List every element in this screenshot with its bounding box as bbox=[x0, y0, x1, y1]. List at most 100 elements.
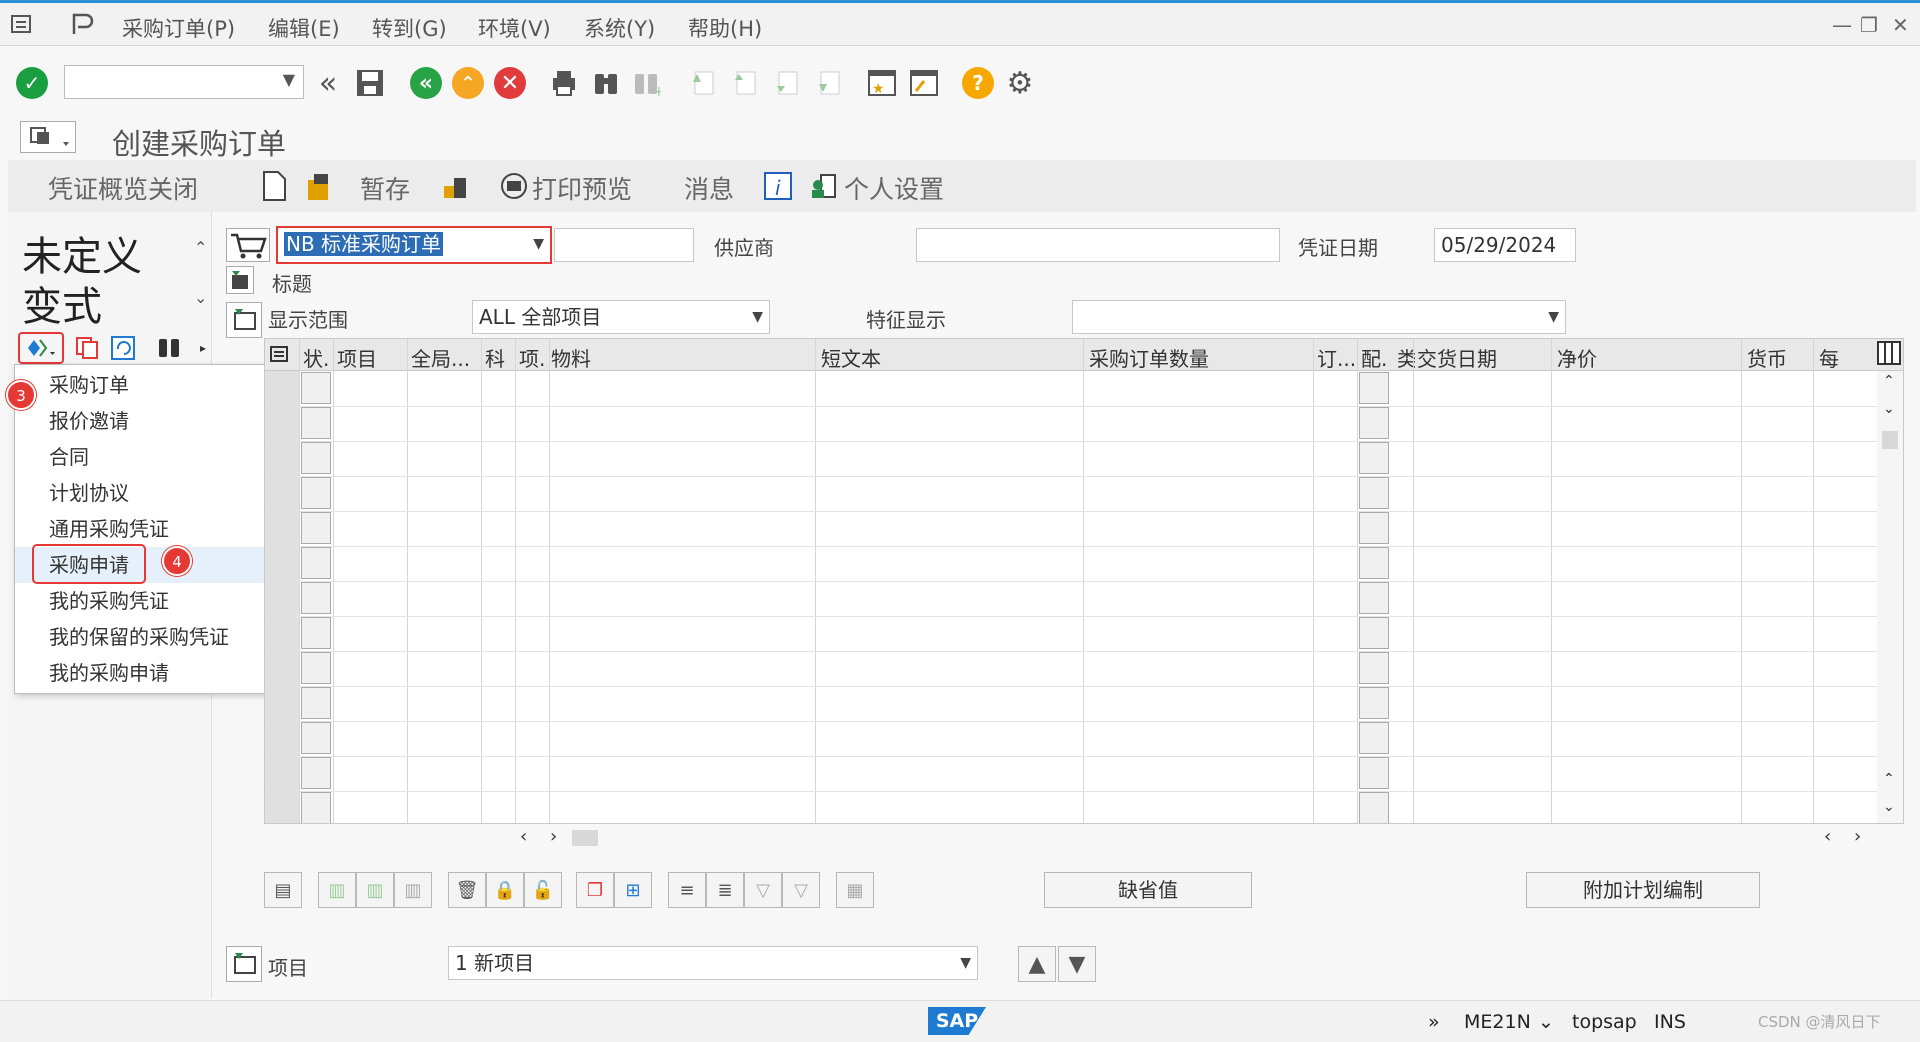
menu-edit[interactable]: 编辑(E) bbox=[268, 13, 340, 43]
next-item-button[interactable]: ▼ bbox=[1058, 946, 1096, 982]
find-icon[interactable] bbox=[154, 332, 184, 364]
item-select[interactable]: 1 新项目 ▼ bbox=[448, 946, 978, 980]
print-preview-button[interactable]: 打印预览 bbox=[532, 170, 632, 206]
menu-icon[interactable] bbox=[10, 12, 36, 38]
print-preview-icon[interactable] bbox=[498, 170, 530, 202]
restore-button[interactable]: ❐ bbox=[1860, 13, 1878, 37]
sort-desc-icon[interactable]: ≣ bbox=[706, 872, 744, 908]
prev-page-icon[interactable] bbox=[728, 67, 760, 99]
col-currency[interactable]: 货币 bbox=[1747, 343, 1807, 372]
split-icon[interactable]: ⊞ bbox=[614, 872, 652, 908]
expand-all-icon[interactable]: ▥ bbox=[318, 872, 356, 908]
grid-cell-checkbox[interactable] bbox=[301, 687, 331, 719]
order-type-select[interactable]: NB 标准采购订单 ▼ bbox=[276, 226, 552, 264]
menu-purchase-order[interactable]: 采购订单(P) bbox=[122, 13, 235, 43]
minimize-button[interactable]: — bbox=[1832, 13, 1852, 37]
scroll-down-icon[interactable]: ⌄ bbox=[1883, 401, 1895, 417]
scroll-right-icon[interactable]: › bbox=[1854, 826, 1861, 847]
scroll-up-icon[interactable]: ⌃ bbox=[1883, 373, 1895, 389]
expand-status-icon[interactable]: » bbox=[1428, 1011, 1440, 1033]
refresh-icon[interactable] bbox=[108, 332, 138, 364]
shortcut-icon[interactable] bbox=[908, 67, 940, 99]
filter-icon[interactable]: ▽ bbox=[744, 872, 782, 908]
scroll-down-icon[interactable]: ⌄ bbox=[194, 288, 207, 307]
item-details-icon[interactable]: ▤ bbox=[264, 872, 302, 908]
grid-cell-checkbox[interactable] bbox=[1359, 757, 1389, 789]
find-icon[interactable] bbox=[590, 67, 622, 99]
extra-planning-button[interactable]: 附加计划编制 bbox=[1526, 872, 1760, 908]
grid-cell-checkbox[interactable] bbox=[301, 722, 331, 754]
cart-icon[interactable] bbox=[226, 228, 270, 262]
help-icon[interactable]: ? bbox=[962, 67, 994, 99]
gear-icon[interactable]: ⚙ bbox=[1004, 66, 1036, 101]
print-icon[interactable] bbox=[548, 67, 580, 99]
grid-cell-checkbox[interactable] bbox=[301, 652, 331, 684]
menu-system[interactable]: 系统(Y) bbox=[584, 13, 655, 43]
grid-cell-checkbox[interactable] bbox=[1359, 792, 1389, 823]
create-session-icon[interactable]: ★ bbox=[866, 67, 898, 99]
display-range-select[interactable]: ALL 全部项目 ▼ bbox=[472, 300, 770, 334]
doc-overview-off-button[interactable]: 凭证概览关闭 bbox=[48, 170, 198, 206]
grid-cell-checkbox[interactable] bbox=[301, 372, 331, 404]
grid-horizontal-scrollbar[interactable]: ‹ › ‹ › bbox=[264, 824, 1904, 852]
grid-cell-checkbox[interactable] bbox=[1359, 582, 1389, 614]
col-delivery-date[interactable]: 交货日期 bbox=[1417, 343, 1547, 372]
close-window-button[interactable]: ✕ bbox=[1892, 13, 1909, 37]
delete-icon[interactable]: 🗑 bbox=[448, 872, 486, 908]
grid-cell-checkbox[interactable] bbox=[301, 617, 331, 649]
scroll-up-icon[interactable]: ⌃ bbox=[1883, 771, 1895, 787]
chevron-down-icon[interactable]: ⌄ bbox=[1538, 1011, 1554, 1033]
grid-cell-checkbox[interactable] bbox=[301, 442, 331, 474]
grid-cell-checkbox[interactable] bbox=[301, 792, 331, 823]
sort-icon[interactable]: ≡ bbox=[668, 872, 706, 908]
filter-off-icon[interactable]: ▽ bbox=[782, 872, 820, 908]
col-global[interactable]: 全局... bbox=[411, 343, 481, 372]
collapse-icon[interactable]: ▥ bbox=[356, 872, 394, 908]
back-icon[interactable]: « bbox=[410, 67, 442, 99]
command-field[interactable]: ▼ bbox=[64, 65, 304, 99]
menu-goto[interactable]: 转到(G) bbox=[372, 13, 447, 43]
col-material[interactable]: 物料 bbox=[551, 343, 791, 372]
last-page-icon[interactable] bbox=[812, 67, 844, 99]
grid-cell-checkbox[interactable] bbox=[301, 512, 331, 544]
personal-settings-icon[interactable] bbox=[808, 170, 840, 202]
grid-cell-checkbox[interactable] bbox=[1359, 617, 1389, 649]
grid-cell-checkbox[interactable] bbox=[301, 757, 331, 789]
col-item-cat[interactable]: 项. bbox=[519, 343, 547, 372]
copy-icon[interactable] bbox=[72, 332, 102, 364]
grid-cell-checkbox[interactable] bbox=[1359, 547, 1389, 579]
feature-display-select[interactable]: ▼ bbox=[1072, 300, 1566, 334]
scroll-right-icon[interactable]: › bbox=[550, 826, 557, 847]
more-arrow-icon[interactable]: ▸ bbox=[188, 332, 218, 364]
scroll-thumb[interactable] bbox=[572, 830, 598, 846]
grid-cell-checkbox[interactable] bbox=[301, 407, 331, 439]
grid-cell-checkbox[interactable] bbox=[1359, 372, 1389, 404]
grid-vertical-scrollbar[interactable]: ⌃ ⌄ ⌃ ⌄ bbox=[1877, 371, 1903, 823]
enter-icon[interactable]: ✓ bbox=[16, 67, 48, 99]
clipboard-icon[interactable]: ▦ bbox=[836, 872, 874, 908]
grid-cell-checkbox[interactable] bbox=[1359, 652, 1389, 684]
check-icon[interactable] bbox=[440, 170, 472, 202]
column-settings-icon[interactable] bbox=[1877, 341, 1901, 370]
grid-select-all-icon[interactable] bbox=[269, 343, 291, 370]
grid-cell-checkbox[interactable] bbox=[1359, 512, 1389, 544]
copy-icon[interactable]: ❐ bbox=[576, 872, 614, 908]
title-menu-button[interactable] bbox=[20, 121, 76, 153]
col-config[interactable]: 配. bbox=[1361, 343, 1395, 372]
scroll-down-icon[interactable]: ⌄ bbox=[1883, 799, 1895, 815]
scroll-up-icon[interactable]: ⌃ bbox=[194, 238, 207, 257]
grid-cell-checkbox[interactable] bbox=[301, 477, 331, 509]
vendor-input[interactable] bbox=[916, 228, 1280, 262]
menu-environment[interactable]: 环境(V) bbox=[478, 13, 551, 43]
menu-help[interactable]: 帮助(H) bbox=[688, 13, 762, 43]
hold-button[interactable]: 暂存 bbox=[360, 170, 410, 206]
item-detail-icon[interactable] bbox=[226, 946, 262, 982]
col-item[interactable]: 项目 bbox=[337, 343, 407, 372]
select-block-icon[interactable]: ▥ bbox=[394, 872, 432, 908]
messages-button[interactable]: 消息 bbox=[684, 170, 734, 206]
personal-settings-button[interactable]: 个人设置 bbox=[844, 170, 944, 206]
other-po-icon[interactable] bbox=[304, 170, 336, 202]
find-next-icon[interactable]: + bbox=[630, 67, 662, 99]
scroll-left-icon[interactable]: ‹ bbox=[520, 826, 527, 847]
selection-variant-button[interactable] bbox=[18, 332, 64, 364]
